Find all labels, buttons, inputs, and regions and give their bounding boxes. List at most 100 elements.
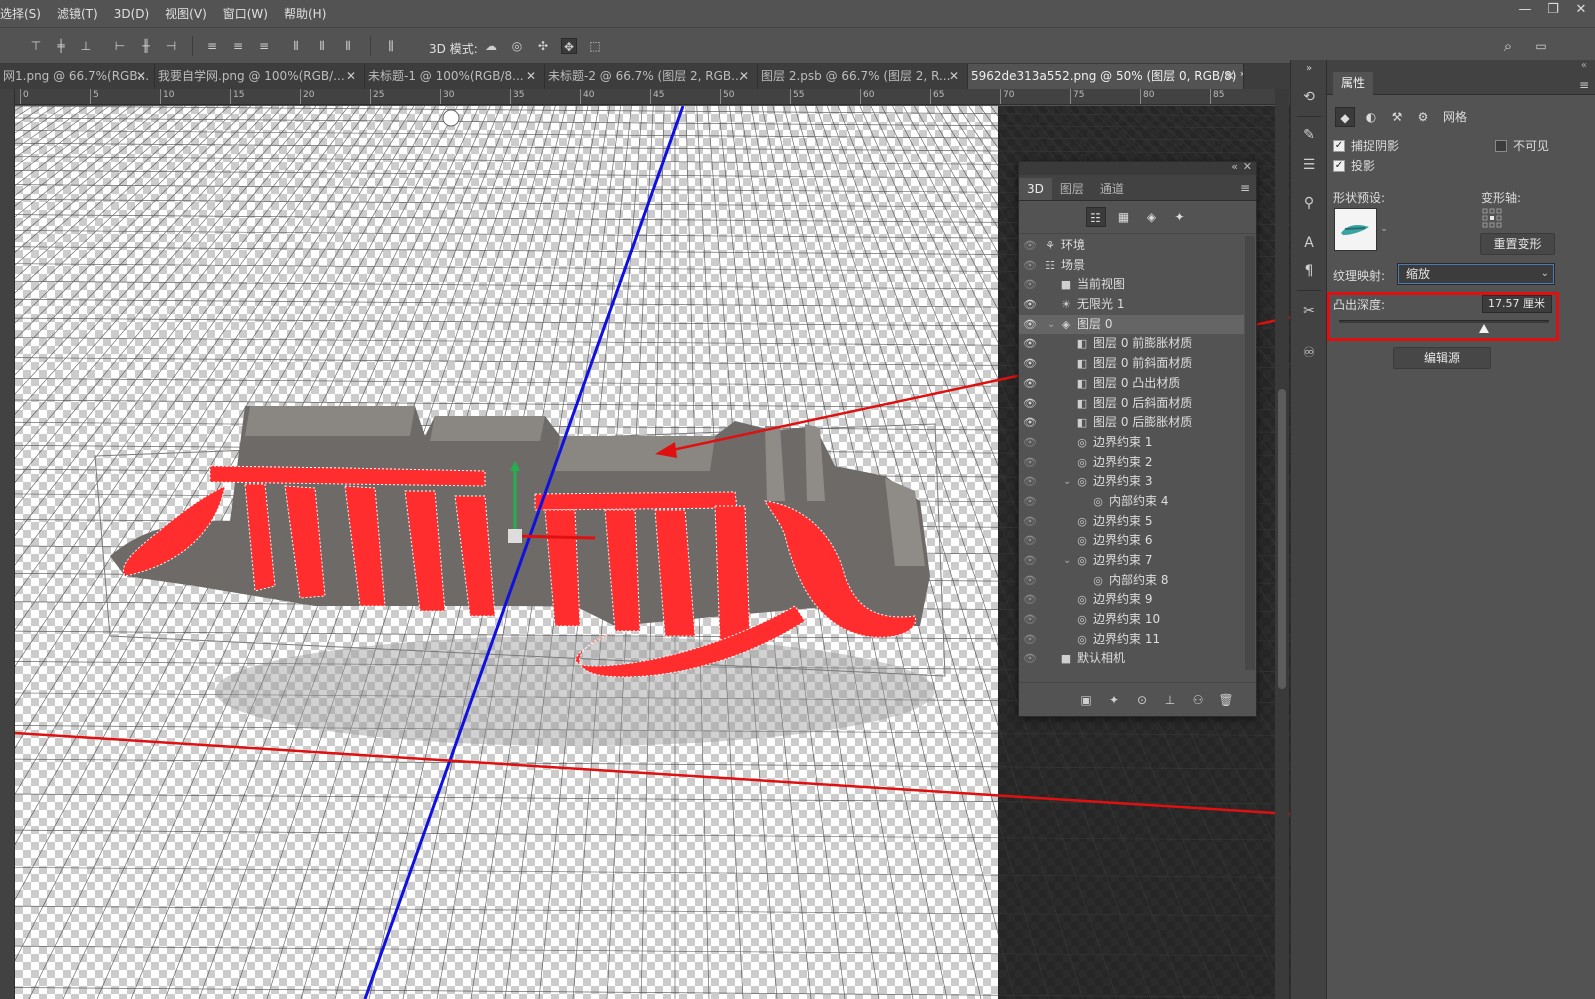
document-tab[interactable]: 图层 2.psb @ 66.7% (图层 2, R... ✕ bbox=[758, 64, 968, 89]
distribute-vcenter-icon[interactable]: ≡ bbox=[230, 38, 246, 54]
close-icon[interactable]: ✕ bbox=[136, 64, 146, 89]
scene-tree-row[interactable]: 👁 ⌄ ◎ 边界约束 7 bbox=[1019, 551, 1244, 571]
character-icon[interactable]: A bbox=[1300, 234, 1318, 252]
align-left-icon[interactable]: ⊢ bbox=[112, 38, 128, 54]
search-icon[interactable]: ⌕ bbox=[1500, 38, 1516, 54]
distribute-top-icon[interactable]: ≡ bbox=[204, 38, 220, 54]
distribute-left-icon[interactable]: ⦀ bbox=[288, 38, 304, 54]
distribute-right-icon[interactable]: ⦀ bbox=[340, 38, 356, 54]
paragraph-icon[interactable]: ¶ bbox=[1300, 262, 1318, 280]
cast-shadow-checkbox[interactable]: ✓ 投影 bbox=[1333, 157, 1375, 174]
scene-tree-row[interactable]: 👁 ◧ 图层 0 凸出材质 bbox=[1019, 374, 1244, 394]
clone-source-icon[interactable]: ⚲ bbox=[1300, 194, 1318, 212]
add-light-icon[interactable]: ✦ bbox=[1106, 693, 1122, 707]
scene-tree-row[interactable]: 👁 ◎ 边界约束 2 bbox=[1019, 453, 1244, 473]
panel-title-strip[interactable]: « ✕ bbox=[1019, 160, 1256, 175]
shape-preset-thumbnail[interactable] bbox=[1334, 208, 1377, 251]
reset-deform-button[interactable]: 重置变形 bbox=[1480, 233, 1555, 255]
materials-icon[interactable]: ◈ bbox=[1142, 207, 1162, 227]
scene-tree-row[interactable]: 👁 ■ 默认相机 bbox=[1019, 649, 1244, 669]
auto-align-icon[interactable]: ⫼ bbox=[383, 38, 399, 54]
scene-tree-row[interactable]: 👁 ◎ 边界约束 6 bbox=[1019, 531, 1244, 551]
close-icon[interactable]: ✕ bbox=[739, 64, 749, 89]
menu-help[interactable]: 帮助(H) bbox=[276, 5, 334, 22]
panel-menu-icon[interactable]: ≡ bbox=[1240, 181, 1250, 195]
close-icon[interactable]: ✕ bbox=[526, 64, 536, 89]
close-icon[interactable]: ✕ bbox=[1243, 160, 1252, 173]
roll-3d-icon[interactable]: ◎ bbox=[509, 38, 525, 54]
align-top-icon[interactable]: ⊤ bbox=[28, 38, 44, 54]
visibility-eye-icon[interactable]: 👁 bbox=[1023, 649, 1037, 669]
add-mesh-icon[interactable]: ▣ bbox=[1078, 693, 1094, 707]
tree-scrollbar[interactable] bbox=[1245, 236, 1255, 670]
brush-presets-icon[interactable]: ✎ bbox=[1300, 126, 1318, 144]
tab-layers[interactable]: 图层 bbox=[1052, 178, 1092, 200]
visibility-eye-icon[interactable]: 👁 bbox=[1023, 472, 1037, 492]
scene-tree-row[interactable]: 👁 ◎ 边界约束 10 bbox=[1019, 610, 1244, 630]
orbit-3d-icon[interactable]: ☁ bbox=[483, 38, 499, 54]
visibility-eye-icon[interactable]: 👁 bbox=[1023, 531, 1037, 551]
minimize-button[interactable]: — bbox=[1511, 0, 1539, 22]
visibility-eye-icon[interactable]: 👁 bbox=[1023, 413, 1037, 433]
restore-button[interactable]: ❐ bbox=[1539, 0, 1567, 22]
collapse-icon[interactable]: « bbox=[1231, 160, 1238, 173]
distribute-hcenter-icon[interactable]: ⦀ bbox=[314, 38, 330, 54]
menu-filter[interactable]: 滤镜(T) bbox=[49, 5, 106, 22]
align-bottom-icon[interactable]: ⊥ bbox=[78, 38, 94, 54]
properties-title[interactable]: 属性 bbox=[1333, 72, 1374, 95]
align-hcenter-icon[interactable]: ╫ bbox=[138, 38, 154, 54]
document-tab-active[interactable]: 5962de313a552.png @ 50% (图层 0, RGB/8) * ✕ bbox=[968, 64, 1244, 89]
visibility-eye-icon[interactable]: 👁 bbox=[1023, 236, 1037, 256]
visibility-eye-icon[interactable]: 👁 bbox=[1023, 295, 1037, 315]
scene-tree-row[interactable]: 👁 ◎ 边界约束 1 bbox=[1019, 433, 1244, 453]
invisible-checkbox[interactable]: 不可见 bbox=[1495, 137, 1549, 154]
scene-tree-row[interactable]: 👁 ◧ 图层 0 前斜面材质 bbox=[1019, 354, 1244, 374]
creative-cloud-icon[interactable]: ♾ bbox=[1300, 344, 1318, 362]
visibility-eye-icon[interactable]: 👁 bbox=[1023, 256, 1037, 276]
edit-source-button[interactable]: 编辑源 bbox=[1393, 347, 1491, 369]
adjustments-icon[interactable]: ☰ bbox=[1300, 156, 1318, 174]
cap-tab-icon[interactable]: ⚒ bbox=[1387, 107, 1407, 127]
menu-view[interactable]: 视图(V) bbox=[157, 5, 215, 22]
expand-toggle-icon[interactable]: ⌄ bbox=[1047, 315, 1055, 335]
texture-mapping-select[interactable]: 缩放 ⌄ bbox=[1397, 263, 1555, 285]
drop-to-plane-icon[interactable]: ⊥ bbox=[1162, 693, 1178, 707]
scene-tree-row[interactable]: 👁 ◧ 图层 0 后斜面材质 bbox=[1019, 394, 1244, 414]
visibility-eye-icon[interactable]: 👁 bbox=[1023, 571, 1037, 591]
constraint-icon[interactable]: ⚇ bbox=[1190, 693, 1206, 707]
scene-tree-row[interactable]: 👁 ⌄ ◈ 图层 0 bbox=[1019, 314, 1244, 335]
visibility-eye-icon[interactable]: 👁 bbox=[1023, 610, 1037, 630]
scene-tree-row[interactable]: 👁 ☀ 无限光 1 bbox=[1019, 295, 1244, 315]
scene-tree-row[interactable]: 👁 ◧ 图层 0 后膨胀材质 bbox=[1019, 413, 1244, 433]
document-tab[interactable]: 网1.png @ 66.7%(RGB... ✕ bbox=[0, 64, 155, 89]
visibility-eye-icon[interactable]: 👁 bbox=[1023, 315, 1037, 335]
scene-tree-row[interactable]: 👁 ◧ 图层 0 前膨胀材质 bbox=[1019, 334, 1244, 354]
deform-axis-grid[interactable] bbox=[1482, 208, 1502, 228]
scene-tree-row[interactable]: 👁 ◎ 边界约束 9 bbox=[1019, 590, 1244, 610]
visibility-eye-icon[interactable]: 👁 bbox=[1023, 492, 1037, 512]
distribute-bottom-icon[interactable]: ≡ bbox=[256, 38, 272, 54]
visibility-eye-icon[interactable]: 👁 bbox=[1023, 433, 1037, 453]
scale-3d-icon[interactable]: ⬚ bbox=[587, 38, 603, 54]
trash-icon[interactable]: 🗑 bbox=[1218, 693, 1234, 707]
expand-toggle-icon[interactable]: ⌄ bbox=[1063, 472, 1071, 492]
visibility-eye-icon[interactable]: 👁 bbox=[1023, 394, 1037, 414]
meshes-icon[interactable]: ▦ bbox=[1114, 207, 1134, 227]
tab-3d[interactable]: 3D bbox=[1019, 178, 1052, 200]
scene-tree-row[interactable]: 👁 ◎ 边界约束 5 bbox=[1019, 512, 1244, 532]
visibility-eye-icon[interactable]: 👁 bbox=[1023, 374, 1037, 394]
whole-scene-icon[interactable]: ☷ bbox=[1085, 207, 1106, 227]
panel-menu-icon[interactable]: ≡ bbox=[1579, 78, 1589, 92]
canvas-scrollbar[interactable] bbox=[1275, 89, 1289, 999]
visibility-eye-icon[interactable]: 👁 bbox=[1023, 453, 1037, 473]
visibility-eye-icon[interactable]: 👁 bbox=[1023, 512, 1037, 532]
coordinates-tab-icon[interactable]: ⚙ bbox=[1413, 107, 1433, 127]
document-tab[interactable]: 未标题-1 @ 100%(RGB/8... ✕ bbox=[365, 64, 545, 89]
tools-icon[interactable]: ✂ bbox=[1300, 302, 1318, 320]
menu-window[interactable]: 窗口(W) bbox=[215, 5, 276, 22]
collapse-dock-icon[interactable]: » bbox=[1300, 60, 1318, 78]
scene-tree-row[interactable]: 👁 ◎ 边界约束 11 bbox=[1019, 630, 1244, 650]
expand-toggle-icon[interactable]: ⌄ bbox=[1063, 551, 1071, 571]
collapse-icon[interactable]: « bbox=[1581, 60, 1587, 71]
deform-tab-icon[interactable]: ◐ bbox=[1361, 107, 1381, 127]
